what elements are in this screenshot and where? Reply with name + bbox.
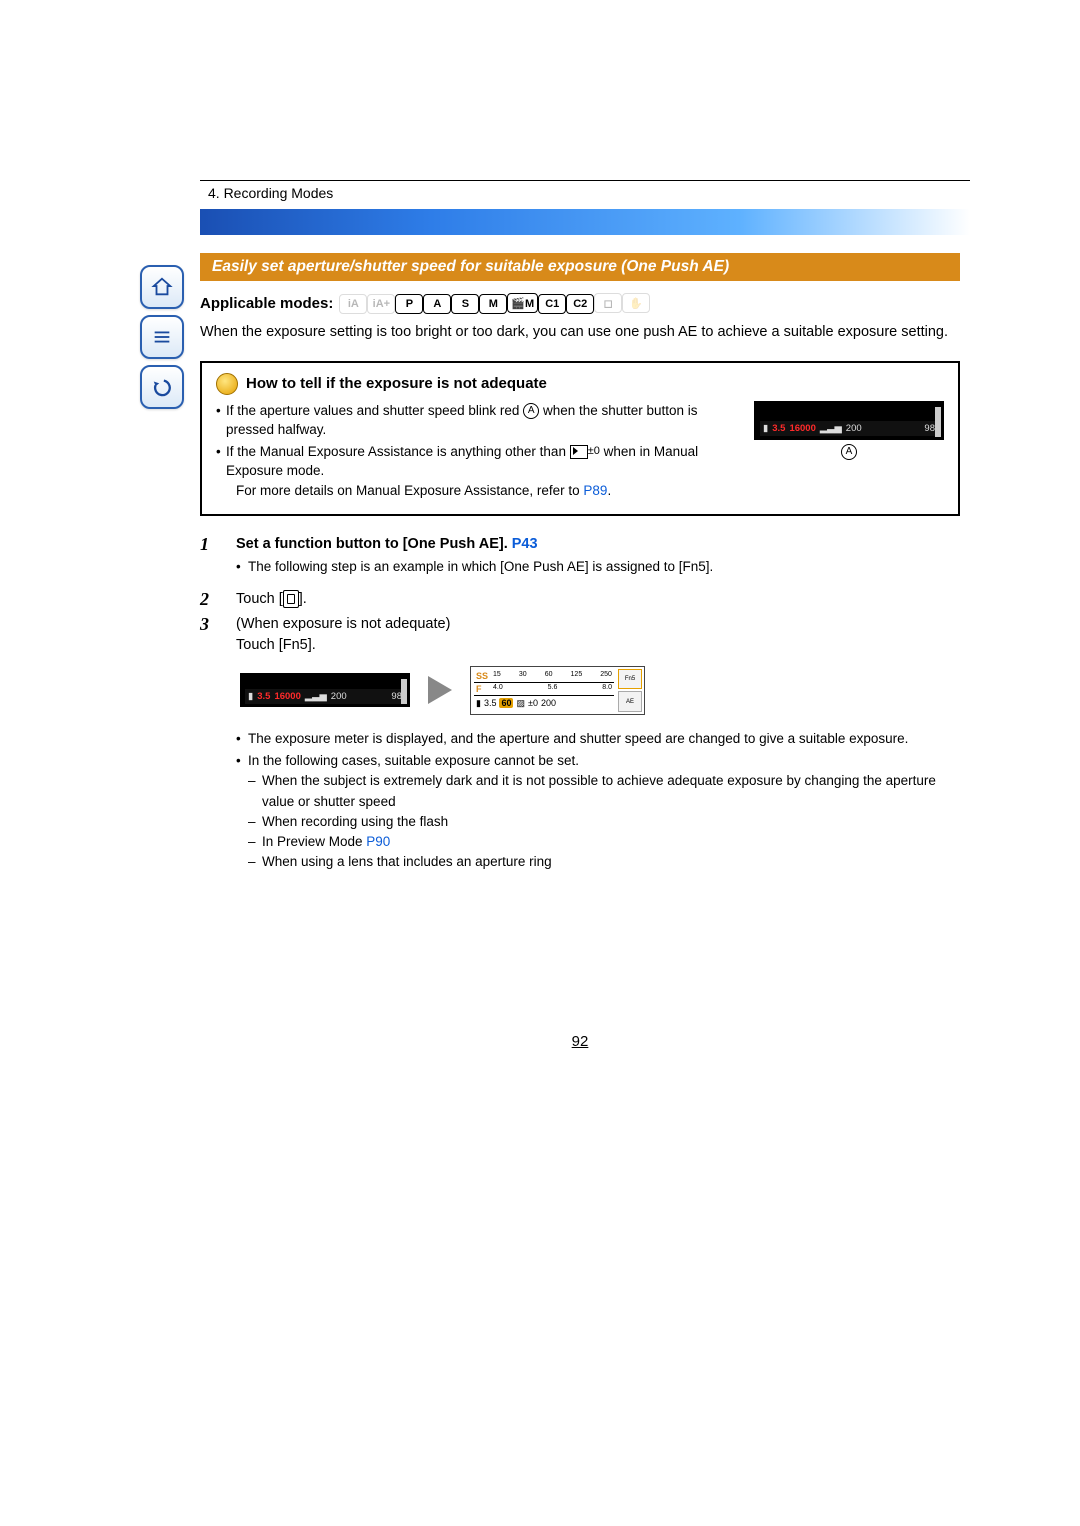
mode-badge-a: A bbox=[423, 294, 451, 314]
mode-badge-s: S bbox=[451, 294, 479, 314]
note-2b: When recording using the flash bbox=[248, 812, 960, 832]
lcd-after: SS 153060125250 F 4.05.68.0 ▮ 3.5 60 ▨±0… bbox=[470, 666, 645, 715]
lcd-aperture: 3.5 bbox=[772, 423, 785, 434]
ae-touch-button[interactable]: AE bbox=[618, 691, 642, 712]
note-2d: When using a lens that includes an apert… bbox=[248, 852, 960, 872]
header-accent bbox=[200, 209, 970, 235]
breadcrumb: 4. Recording Modes bbox=[200, 180, 970, 209]
lcd-meter-icon: ▂▃▅ bbox=[820, 423, 842, 434]
mode-badge-ia: iA bbox=[339, 294, 367, 314]
exposure-assist-icon bbox=[570, 445, 588, 459]
mode-badge-◻: ◻ bbox=[594, 293, 622, 313]
page-header: 4. Recording Modes bbox=[200, 180, 970, 235]
applicable-modes-row: Applicable modes: iAiA+PASM🎬MC1C2◻✋ bbox=[200, 293, 960, 314]
tip-text: If the aperture values and shutter speed… bbox=[216, 401, 742, 503]
link-p43[interactable]: P43 bbox=[512, 536, 538, 552]
menu-icon bbox=[151, 326, 173, 348]
applicable-modes-label: Applicable modes: bbox=[200, 295, 333, 312]
back-icon bbox=[151, 376, 173, 398]
callout-a-label: A bbox=[841, 444, 857, 460]
lcd-iso: 200 bbox=[846, 423, 862, 434]
link-p90[interactable]: P90 bbox=[366, 834, 390, 849]
tip-box: How to tell if the exposure is not adequ… bbox=[200, 361, 960, 517]
note-2: In the following cases, suitable exposur… bbox=[248, 753, 579, 768]
intro-text: When the exposure setting is too bright … bbox=[200, 322, 960, 343]
step1-title: Set a function button to [One Push AE]. bbox=[236, 536, 512, 552]
note-2a: When the subject is extremely dark and i… bbox=[248, 771, 960, 812]
lcd-preview-exposure-warning: ▮ 3.5 16000 ▂▃▅ 200 98 A bbox=[754, 401, 944, 503]
note-1: The exposure meter is displayed, and the… bbox=[236, 729, 960, 749]
mode-badge-ia+: iA+ bbox=[367, 294, 395, 314]
mode-badge-c1: C1 bbox=[538, 294, 566, 314]
lcd-count: 98 bbox=[924, 423, 935, 434]
home-button[interactable] bbox=[140, 265, 184, 309]
step-number-2: 2 bbox=[200, 589, 218, 610]
lcd-battery-icon: ▮ bbox=[763, 423, 768, 434]
section-title: Easily set aperture/shutter speed for su… bbox=[200, 253, 960, 281]
fn5-touch-button[interactable]: Fn5 bbox=[618, 669, 642, 690]
lcd-sidebar bbox=[935, 407, 941, 437]
lcd-before: ▮ 3.5 16000 ▂▃▅ 200 98 bbox=[240, 673, 410, 707]
arrow-icon bbox=[428, 676, 452, 704]
before-after-screens: ▮ 3.5 16000 ▂▃▅ 200 98 SS 153060125250 F… bbox=[240, 666, 960, 715]
mode-badge-✋: ✋ bbox=[622, 293, 650, 313]
note-2c: In Preview Mode P90 bbox=[248, 832, 960, 852]
notes-section: The exposure meter is displayed, and the… bbox=[236, 729, 960, 873]
nav-sidebar bbox=[140, 265, 184, 409]
mode-badge-🎬m: 🎬M bbox=[507, 293, 538, 313]
mode-badge-p: P bbox=[395, 294, 423, 314]
step3-action: Touch [Fn5]. bbox=[236, 635, 960, 656]
tip-title: How to tell if the exposure is not adequ… bbox=[246, 375, 547, 392]
step3-cond: (When exposure is not adequate) bbox=[236, 614, 960, 635]
back-button[interactable] bbox=[140, 365, 184, 409]
touch-tab-icon bbox=[283, 590, 299, 608]
page-number: 92 bbox=[200, 1033, 960, 1050]
mode-badge-c2: C2 bbox=[566, 294, 594, 314]
step-number-3: 3 bbox=[200, 614, 218, 656]
mode-badge-m: M bbox=[479, 294, 507, 314]
step-number-1: 1 bbox=[200, 534, 218, 585]
menu-button[interactable] bbox=[140, 315, 184, 359]
callout-a: A bbox=[523, 403, 539, 419]
lightbulb-icon bbox=[216, 373, 238, 395]
step1-note: The following step is an example in whic… bbox=[236, 557, 960, 577]
link-p89[interactable]: P89 bbox=[583, 483, 607, 498]
home-icon bbox=[151, 276, 173, 298]
lcd-shutter: 16000 bbox=[789, 423, 815, 434]
